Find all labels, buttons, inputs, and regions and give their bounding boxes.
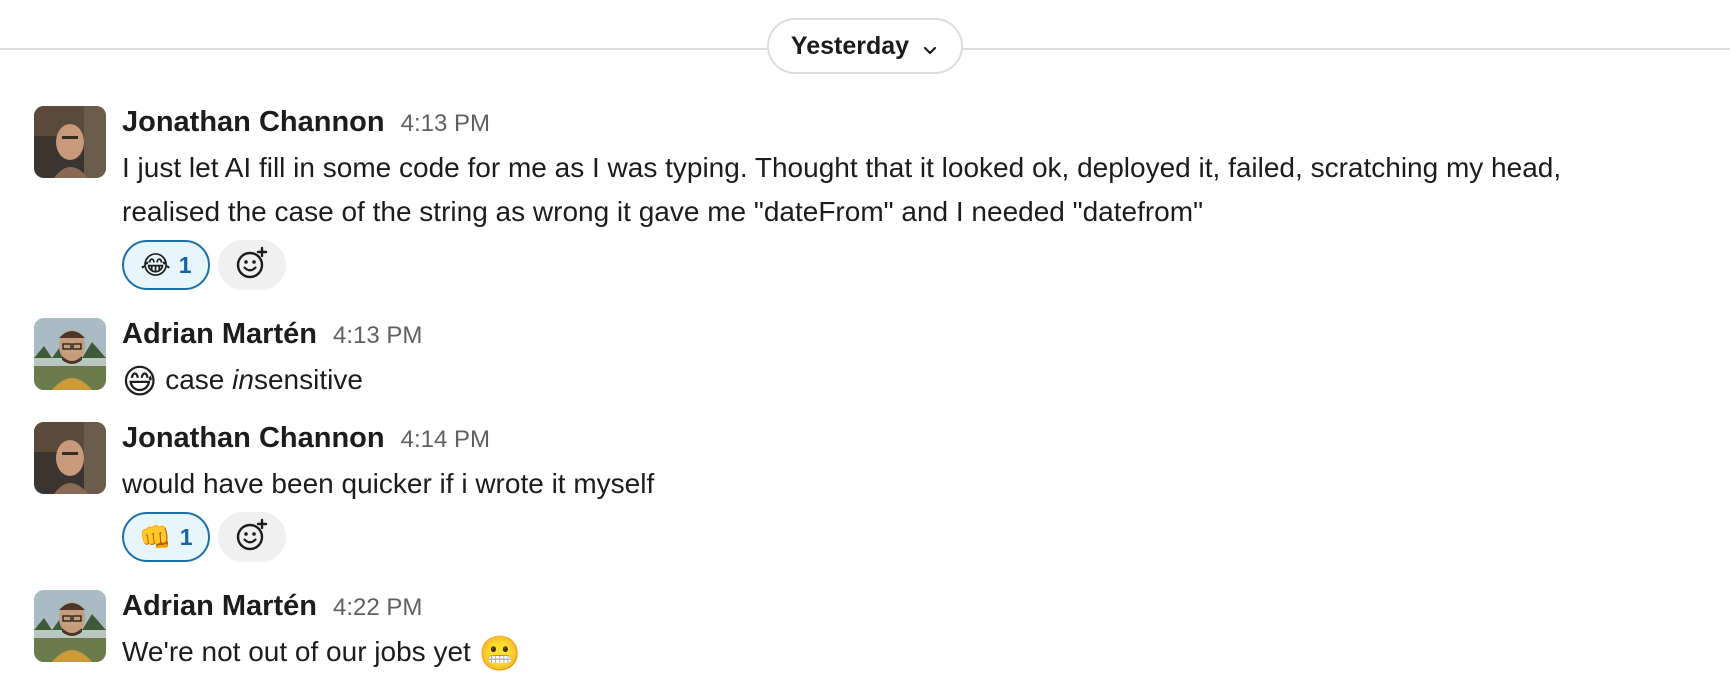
author-name[interactable]: Adrian Martén	[122, 318, 317, 351]
reaction-bar: 👊 1	[122, 512, 1702, 562]
reaction-pill[interactable]: 😂 1	[122, 240, 210, 290]
reaction-bar: 😂 1	[122, 240, 1702, 290]
author-name[interactable]: Jonathan Channon	[122, 106, 385, 139]
add-reaction-button[interactable]	[218, 240, 286, 290]
date-divider-label: Yesterday	[790, 31, 910, 60]
message-pane: Yesterday Jonathan Channon 4:13 PM I jus…	[0, 0, 1730, 696]
timestamp[interactable]: 4:13 PM	[401, 110, 490, 138]
avatar[interactable]	[34, 106, 106, 178]
grimacing-emoji: 😬	[478, 635, 521, 673]
reaction-count: 1	[178, 251, 192, 278]
avatar[interactable]	[34, 590, 106, 662]
add-reaction-button[interactable]	[218, 512, 286, 562]
message-text-part: We're not out of our jobs yet	[122, 636, 471, 667]
avatar[interactable]	[34, 422, 106, 494]
chevron-down-icon	[921, 37, 939, 55]
date-divider-button[interactable]: Yesterday	[767, 18, 963, 74]
message-text-part: case	[165, 364, 233, 395]
author-name[interactable]: Adrian Martén	[122, 590, 317, 623]
timestamp[interactable]: 4:13 PM	[333, 322, 422, 350]
message-text-italic: in	[232, 364, 254, 395]
reaction-count: 1	[179, 523, 193, 550]
message-text: 😅 case insensitive	[122, 358, 1702, 404]
timestamp[interactable]: 4:22 PM	[333, 594, 422, 622]
author-name[interactable]: Jonathan Channon	[122, 422, 385, 455]
timestamp[interactable]: 4:14 PM	[401, 426, 490, 454]
message-text: We're not out of our jobs yet 😬	[122, 630, 1702, 676]
message-text: would have been quicker if i wrote it my…	[122, 468, 655, 499]
reaction-emoji: 😂	[140, 250, 171, 280]
avatar[interactable]	[34, 318, 106, 390]
message-line: realised the case of the string as wrong…	[122, 196, 1204, 227]
add-emoji-icon	[235, 246, 269, 285]
add-emoji-icon	[235, 518, 269, 557]
reaction-pill[interactable]: 👊 1	[122, 512, 210, 562]
message-text: I just let AI fill in some code for me a…	[122, 146, 1702, 234]
message-text-part: sensitive	[253, 364, 363, 395]
message-line: I just let AI fill in some code for me a…	[122, 152, 1562, 183]
reaction-emoji: 👊	[139, 522, 172, 552]
sweat-smile-emoji: 😅	[122, 363, 158, 401]
